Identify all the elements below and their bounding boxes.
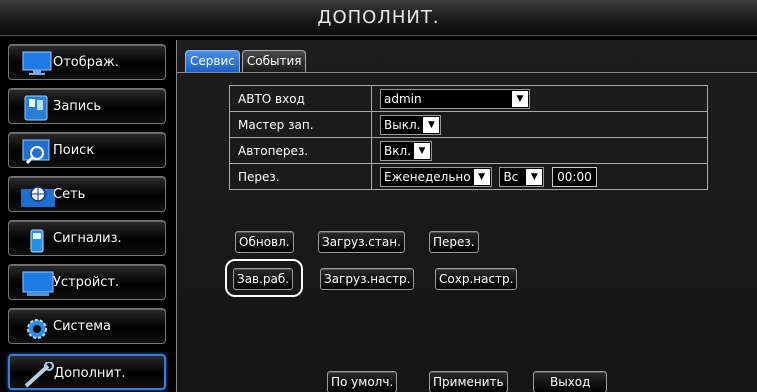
sidebar-item-label: Сеть [53, 187, 86, 202]
auto-reboot-select[interactable]: Вкл. ▼ [380, 140, 432, 161]
reboot-cell: Еженедельно ▼ Вс ▼ 00:00 [371, 163, 708, 190]
wizard-label: Мастер зап. [229, 111, 372, 138]
sidebar-item-system[interactable]: Система [8, 308, 166, 344]
sidebar-item-network[interactable]: Сеть [8, 176, 166, 212]
auto-login-cell: admin ▼ [371, 85, 708, 112]
tab-divider [177, 72, 757, 73]
auto-login-label: АВТО вход [229, 85, 372, 112]
table-row: Перез. Еженедельно ▼ Вс ▼ 00:00 [229, 163, 708, 190]
sidebar-item-device[interactable]: Устройст. [8, 264, 166, 300]
apply-button[interactable]: Применить [429, 371, 508, 392]
wizard-cell: Выкл. ▼ [371, 111, 708, 138]
auto-login-select[interactable]: admin ▼ [380, 88, 530, 109]
sidebar-item-record[interactable]: Запись [8, 88, 166, 124]
default-button[interactable]: По умолч. [327, 371, 398, 392]
auto-reboot-cell: Вкл. ▼ [371, 137, 708, 164]
exit-button[interactable]: Выход [533, 371, 608, 392]
sidebar-item-label: Система [53, 319, 112, 334]
auto-reboot-label: Автоперез. [229, 137, 372, 164]
sidebar-item-advanced[interactable]: Дополнит. [8, 354, 166, 390]
reboot-label: Перез. [229, 163, 372, 190]
chevron-down-icon: ▼ [512, 90, 528, 107]
chevron-down-icon: ▼ [413, 142, 430, 159]
chevron-down-icon: ▼ [473, 168, 490, 185]
tab-bar: Сервис События [185, 50, 308, 72]
sidebar-item-label: Устройст. [53, 275, 120, 290]
chevron-down-icon: ▼ [526, 168, 543, 185]
reboot-time-input[interactable]: 00:00 [552, 166, 597, 187]
tab-service[interactable]: Сервис [185, 50, 240, 72]
table-row: Мастер зап. Выкл. ▼ [229, 111, 708, 138]
reboot-day-select[interactable]: Вс ▼ [499, 166, 545, 187]
window-title-text: ДОПОЛНИТ. [317, 7, 440, 28]
sidebar-item-label: Поиск [53, 143, 95, 158]
save-settings-button[interactable]: Сохр.настр. [435, 268, 518, 290]
main-panel: Сервис События АВТО вход admin ▼ Мастер … [176, 40, 757, 392]
load-settings-button[interactable]: Загруз.настр. [320, 268, 415, 290]
table-row: Автоперез. Вкл. ▼ [229, 137, 708, 164]
reboot-day-value: Вс [503, 169, 519, 184]
reboot-period-select[interactable]: Еженедельно ▼ [380, 166, 492, 187]
wizard-value: Выкл. [384, 117, 421, 132]
auto-login-value: admin [384, 91, 422, 106]
tab-events[interactable]: События [241, 50, 307, 72]
auto-reboot-value: Вкл. [384, 143, 411, 158]
sidebar: Отображ. Запись Поиск Сеть Сигнализ. Уст… [0, 36, 176, 392]
sidebar-item-label: Дополнит. [54, 366, 126, 381]
settings-table: АВТО вход admin ▼ Мастер зап. Выкл. ▼ Ав… [229, 85, 708, 190]
load-default-button[interactable]: Загруз.стан. [318, 231, 405, 253]
sidebar-item-alarm[interactable]: Сигнализ. [8, 220, 166, 256]
sidebar-item-label: Отображ. [53, 55, 119, 70]
chevron-down-icon: ▼ [423, 116, 440, 133]
wizard-select[interactable]: Выкл. ▼ [380, 114, 442, 135]
sidebar-item-search[interactable]: Поиск [8, 132, 166, 168]
window-title: ДОПОЛНИТ. [0, 0, 757, 36]
highlight-ring [225, 259, 303, 297]
sidebar-item-display[interactable]: Отображ. [8, 44, 166, 80]
sidebar-item-label: Запись [53, 99, 102, 114]
reboot-button[interactable]: Перез. [429, 231, 479, 253]
table-row: АВТО вход admin ▼ [229, 85, 708, 112]
update-button[interactable]: Обновл. [235, 231, 294, 253]
sidebar-item-label: Сигнализ. [53, 231, 122, 246]
reboot-period-value: Еженедельно [384, 169, 471, 184]
